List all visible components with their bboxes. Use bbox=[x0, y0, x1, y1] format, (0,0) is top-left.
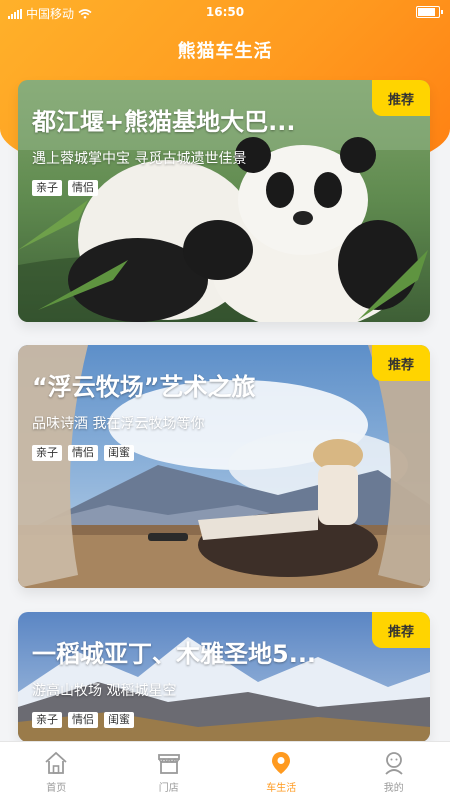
recommend-card-2[interactable]: 推荐 “浮云牧场”艺术之旅 品味诗酒 我在浮云牧场等你 亲子 情侣 闺蜜 bbox=[18, 345, 430, 588]
page-title: 熊猫车生活 bbox=[177, 41, 273, 62]
card-title: “浮云牧场”艺术之旅 bbox=[32, 373, 256, 401]
status-time: 16:50 bbox=[205, 5, 245, 19]
card-subtitle: 品味诗酒 我在浮云牧场等你 bbox=[32, 416, 205, 432]
tag-friends: 闺蜜 bbox=[104, 445, 134, 461]
recommend-badge: 推荐 bbox=[372, 80, 430, 116]
battery-icon bbox=[416, 6, 443, 18]
card-title: 一稻城亚丁、木雅圣地5... bbox=[32, 640, 317, 668]
nav-label-home: 首页 bbox=[46, 782, 67, 794]
nav-label-car-life: 车生活 bbox=[266, 782, 297, 794]
status-bar: 中国移动 16:50 bbox=[0, 0, 450, 26]
nav-label-profile: 我的 bbox=[383, 782, 404, 794]
tag-friends: 闺蜜 bbox=[104, 712, 134, 728]
profile-icon bbox=[385, 751, 403, 775]
nav-label-store: 门店 bbox=[158, 782, 179, 794]
card-title: 都江堰+熊猫基地大巴... bbox=[32, 108, 296, 136]
tag-list: 亲子 情侣 闺蜜 bbox=[32, 445, 134, 461]
recommend-badge: 推荐 bbox=[372, 345, 430, 381]
tag-couple: 情侣 bbox=[68, 445, 98, 461]
tag-list: 亲子 情侣 闺蜜 bbox=[32, 712, 134, 728]
tag-family: 亲子 bbox=[32, 445, 62, 461]
tag-family: 亲子 bbox=[32, 712, 62, 728]
nav-home[interactable]: 首页 bbox=[0, 742, 113, 800]
card-subtitle: 游高山牧场 观稻城星空 bbox=[32, 683, 177, 699]
nav-store[interactable]: 门店 bbox=[113, 742, 226, 800]
recommend-badge: 推荐 bbox=[372, 612, 430, 648]
nav-profile[interactable]: 我的 bbox=[338, 742, 450, 800]
bottom-nav: 首页 门店 车生活 我的 bbox=[0, 741, 450, 800]
recommend-card-3[interactable]: 推荐 一稻城亚丁、木雅圣地5... 游高山牧场 观稻城星空 亲子 情侣 闺蜜 bbox=[18, 612, 430, 742]
recommend-card-1[interactable]: 推荐 都江堰+熊猫基地大巴... 遇上蓉城掌中宝 寻觅古城遗世佳景 亲子 情侣 bbox=[18, 80, 430, 322]
tag-couple: 情侣 bbox=[68, 712, 98, 728]
home-icon bbox=[45, 751, 67, 774]
nav-car-life[interactable]: 车生活 bbox=[225, 742, 338, 800]
status-right bbox=[416, 6, 443, 18]
location-pin-icon bbox=[272, 751, 291, 774]
tag-couple: 情侣 bbox=[68, 180, 98, 196]
tag-list: 亲子 情侣 bbox=[32, 180, 98, 196]
tag-family: 亲子 bbox=[32, 180, 62, 196]
card-subtitle: 遇上蓉城掌中宝 寻觅古城遗世佳景 bbox=[32, 151, 247, 167]
store-icon bbox=[157, 753, 180, 774]
